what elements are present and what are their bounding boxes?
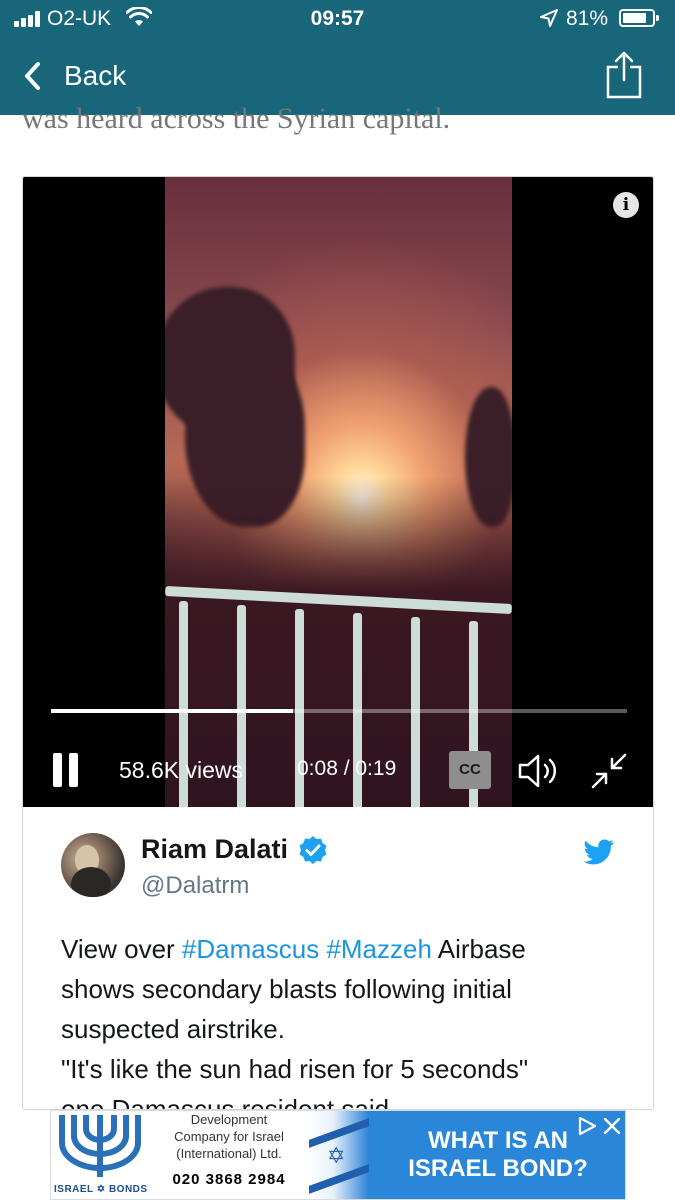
volume-icon[interactable] (517, 751, 561, 791)
battery-percent: 81% (566, 7, 609, 30)
location-arrow-icon (540, 9, 558, 27)
ad-company-line: Company for Israel (174, 1129, 284, 1144)
tweet-line: suspected airstrike. (61, 1014, 285, 1044)
battery-icon (619, 9, 659, 27)
tweet-line: one Damascus resident said. (61, 1094, 397, 1110)
info-icon[interactable]: i (613, 192, 639, 218)
close-icon[interactable] (601, 1115, 623, 1137)
author-handle[interactable]: @Dalatrm (141, 872, 249, 900)
verified-badge-icon (299, 835, 327, 864)
article-text-fragment: was heard across the Syrian capital. (22, 96, 642, 136)
ad-company-line: Development (190, 1112, 268, 1127)
ad-cta-line: ISRAEL BOND? (408, 1155, 588, 1182)
author-name[interactable]: Riam Dalati (141, 834, 288, 865)
video-player[interactable]: i 58.6K views 0:08 / 0:19 CC (23, 177, 653, 807)
share-icon[interactable] (605, 50, 643, 100)
ad-phone: 020 3868 2984 (172, 1171, 286, 1188)
ad-company-line: (International) Ltd. (176, 1146, 282, 1161)
status-bar: O2-UK 09:57 81% (0, 0, 675, 38)
ad-brand: ISRAEL ✡ BONDS (54, 1184, 148, 1195)
adchoices-icon[interactable] (575, 1115, 599, 1137)
tweet-line: shows secondary blasts following initial (61, 974, 512, 1004)
view-count: 58.6K views (119, 757, 244, 783)
video-progress-bar[interactable] (51, 709, 627, 713)
back-label: Back (64, 60, 127, 91)
ad-company-block: Development Company for Israel (Internat… (149, 1111, 309, 1199)
israel-flag-image: ✡ (309, 1111, 369, 1199)
embedded-tweet: i 58.6K views 0:08 / 0:19 CC Riam Dalati (22, 176, 654, 1110)
tweet-line: View over #Damascus #Mazzeh Airbase (61, 934, 526, 964)
closed-captions-button[interactable]: CC (449, 751, 491, 789)
chevron-left-icon (25, 62, 40, 90)
hashtag-link[interactable]: #Damascus (182, 934, 319, 964)
tweet-text: View over #Damascus #Mazzeh Airbase show… (61, 929, 641, 1110)
author-row[interactable]: Riam Dalati (141, 834, 328, 865)
back-button[interactable]: Back (20, 56, 126, 96)
pause-button[interactable] (53, 753, 79, 787)
tweet-line: "It's like the sun had risen for 5 secon… (61, 1054, 529, 1084)
video-progress-played (51, 709, 293, 713)
twitter-bird-icon[interactable] (583, 838, 615, 866)
hashtag-link[interactable]: #Mazzeh (326, 934, 432, 964)
israel-bonds-logo: ISRAEL ✡ BONDS (51, 1111, 149, 1199)
exit-fullscreen-icon[interactable] (589, 751, 629, 791)
article-paragraph: was heard across the Syrian capital. (22, 102, 451, 135)
video-timecode: 0:08 / 0:19 (297, 757, 397, 780)
avatar[interactable] (61, 833, 125, 897)
ad-banner[interactable]: ISRAEL ✡ BONDS Development Company for I… (50, 1110, 626, 1200)
